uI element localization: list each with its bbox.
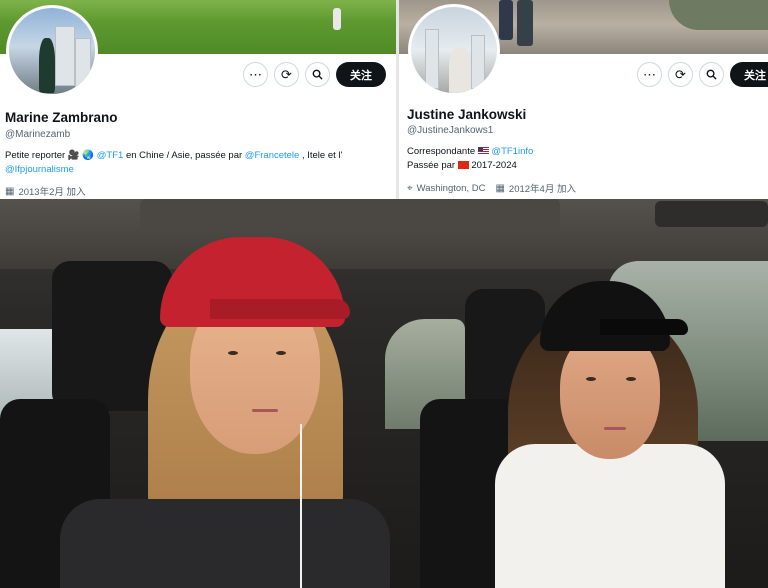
profile-name: Marine Zambrano <box>5 110 118 125</box>
banner-figure <box>333 8 341 30</box>
bio-text: 2017-2024 <box>468 160 517 171</box>
search-icon <box>312 69 323 80</box>
passenger-shirt <box>60 499 390 588</box>
location-icon: ⌖ <box>407 182 413 194</box>
search-icon <box>706 69 717 80</box>
more-button[interactable]: ⋯ <box>637 62 662 87</box>
bio-link-ifpj[interactable]: @Ifpjournalisme <box>5 164 74 175</box>
bio-text: Passée par <box>407 160 458 171</box>
banner-figure <box>499 0 513 40</box>
profile-handle: @Marinezamb <box>5 129 71 140</box>
video-frame[interactable] <box>0 199 768 588</box>
calendar-icon: ▦ <box>5 185 15 197</box>
profile-card-justine: ⋯ ⟳ 关注 Justine Jankowski @JustineJankows… <box>399 0 768 199</box>
sun-visor <box>140 199 560 233</box>
bio-link-tf1info[interactable]: @TF1info <box>491 146 533 157</box>
china-flag-icon <box>457 161 469 169</box>
avatar-building <box>425 29 439 89</box>
location-text: Washington, DC <box>416 182 486 194</box>
joined-text: 2013年2月 加入 <box>18 187 86 198</box>
bio-link-tf1[interactable]: @TF1 <box>97 150 124 161</box>
avatar-person <box>39 38 55 93</box>
driver-eye <box>586 377 596 381</box>
subscribe-icon: ⟳ <box>675 66 686 82</box>
joined-date: ▦ 2013年2月 加入 <box>5 184 86 199</box>
joined-text: 2012年4月 加入 <box>508 184 576 195</box>
subscribe-icon: ⟳ <box>281 66 292 82</box>
bio-link-francetele[interactable]: @Francetele <box>245 150 300 161</box>
profile-card-marine: ⋯ ⟳ 关注 Marine Zambrano @Marinezamb Petit… <box>0 0 396 199</box>
driver-eye <box>626 377 636 381</box>
more-icon: ⋯ <box>643 66 656 82</box>
banner-foliage <box>669 0 768 30</box>
bio-text: Correspondante <box>407 146 478 157</box>
banner-figure <box>517 0 533 46</box>
avatar-building <box>75 38 91 88</box>
rearview-mirror <box>655 201 768 227</box>
follow-button[interactable]: 关注 <box>730 62 768 87</box>
earphone-cable <box>300 424 302 588</box>
avatar-building <box>55 26 75 86</box>
avatar-person <box>449 47 471 93</box>
driver-shirt <box>495 444 725 588</box>
profile-actions: ⋯ ⟳ 关注 <box>243 62 386 87</box>
bio-text: , Itele et l' <box>299 150 343 161</box>
passenger-eye <box>228 351 238 355</box>
red-cap-brim <box>210 299 350 319</box>
us-flag-icon <box>477 147 489 155</box>
profile-name: Justine Jankowski <box>407 107 527 122</box>
passenger-eye <box>276 351 286 355</box>
more-icon: ⋯ <box>249 66 262 82</box>
profile-handle: @JustineJankows1 <box>407 125 494 136</box>
profile-meta: ⌖ Washington, DC ▦ 2012年4月 加入 <box>407 181 576 196</box>
search-button[interactable] <box>305 62 330 87</box>
avatar[interactable] <box>6 5 98 97</box>
calendar-icon: ▦ <box>495 182 505 194</box>
profile-actions: ⋯ ⟳ 关注 <box>637 62 768 87</box>
subscribe-button[interactable]: ⟳ <box>274 62 299 87</box>
more-button[interactable]: ⋯ <box>243 62 268 87</box>
follow-button[interactable]: 关注 <box>336 62 386 87</box>
profile-bio: Petite reporter 🎥 🌏 @TF1 en Chine / Asie… <box>5 149 390 177</box>
black-cap-brim <box>600 319 688 335</box>
passenger-mouth <box>252 409 278 412</box>
avatar[interactable] <box>408 4 500 96</box>
avatar-building <box>471 35 485 89</box>
bio-text: Petite reporter 🎥 🌏 <box>5 150 97 161</box>
profile-bio: Correspondante @TF1info Passée par 2017-… <box>407 145 762 173</box>
driver-mouth <box>604 427 626 430</box>
bio-text: en Chine / Asie, passée par <box>123 150 245 161</box>
search-button[interactable] <box>699 62 724 87</box>
subscribe-button[interactable]: ⟳ <box>668 62 693 87</box>
